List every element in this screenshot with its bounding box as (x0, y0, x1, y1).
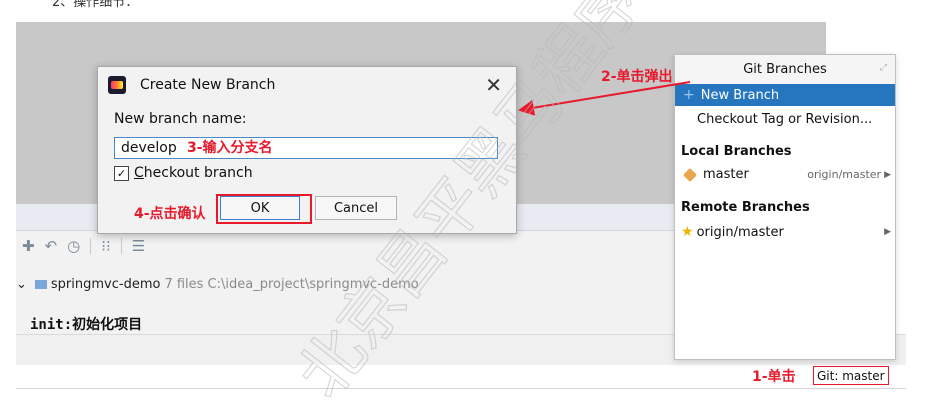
ok-highlight-box (216, 194, 312, 224)
branch-name-input[interactable] (114, 137, 498, 159)
remote-branch-name: origin/master (696, 224, 784, 240)
undo-icon[interactable]: ↶ (45, 237, 58, 255)
close-icon[interactable]: ✕ (485, 73, 502, 97)
git-branches-popup: Git Branches ⤢ + New Branch Checkout Tag… (674, 54, 896, 360)
cancel-button[interactable]: Cancel (315, 196, 397, 220)
checkout-label-rest: heckout branch (143, 165, 253, 181)
star-icon: ★ (681, 224, 694, 240)
branch-name-label: New branch name: (114, 111, 247, 127)
project-files-info: 7 files C:\idea_project\springmvc-demo (164, 276, 419, 292)
popup-header: Git Branches ⤢ (675, 55, 895, 85)
dialog-title-bar[interactable]: Create New Branch ✕ (98, 67, 516, 103)
intro-text: 2、操作细节： (52, 0, 139, 10)
dialog-title: Create New Branch (140, 77, 276, 93)
divider (16, 388, 906, 389)
toolbar-separator (120, 238, 122, 254)
popup-title: Git Branches (743, 62, 827, 77)
resize-icon[interactable]: ⤢ (880, 63, 887, 73)
annotation-step1: 1-单击 (752, 369, 796, 385)
local-branch-item[interactable]: master origin/master ▶ (681, 167, 891, 182)
annotation-step4: 4-点击确认 (134, 206, 206, 222)
expand-all-icon[interactable]: ☰ (132, 237, 145, 255)
checkout-hotkey: C (134, 165, 144, 181)
remote-branches-header: Remote Branches (681, 200, 810, 215)
new-branch-label: New Branch (700, 87, 780, 103)
local-branch-name: master (703, 167, 749, 182)
annotation-step2: 2-单击弹出 (601, 69, 673, 85)
folder-icon (34, 279, 47, 289)
new-branch-item[interactable]: + New Branch (675, 84, 895, 106)
vcs-toolbar: ✚ ↶ ◷ ⁝⁝ ☰ (16, 232, 680, 260)
checkout-branch-checkbox[interactable]: ✓ (114, 165, 129, 181)
local-branches-header: Local Branches (681, 144, 792, 159)
checkout-branch-label: Checkout branch (134, 165, 253, 181)
commit-message: init:初始化项目 (30, 317, 143, 333)
annotation-step3: 3-输入分支名 (187, 140, 273, 156)
checkout-tag-item[interactable]: Checkout Tag or Revision... (697, 112, 872, 127)
submenu-arrow-icon: ▶ (884, 227, 891, 237)
expand-chevron-icon[interactable]: ⌄ (16, 277, 27, 292)
pin-icon[interactable]: ✚ (22, 237, 35, 255)
project-name: springmvc-demo (50, 276, 161, 292)
git-branch-widget[interactable]: Git: master (813, 366, 889, 385)
intellij-app-icon (108, 76, 126, 94)
group-by-icon[interactable]: ⁝⁝ (101, 237, 111, 255)
toolbar-separator (90, 238, 92, 254)
checkout-branch-checkbox-row[interactable]: ✓ Checkout branch (114, 165, 253, 181)
remote-branch-item[interactable]: ★ origin/master ▶ (681, 224, 891, 240)
branch-tag-icon (682, 167, 698, 182)
plus-icon: + (683, 87, 695, 103)
changed-files-row[interactable]: ⌄ springmvc-demo 7 files C:\idea_project… (16, 274, 674, 294)
submenu-arrow-icon: ▶ (884, 169, 891, 180)
history-icon[interactable]: ◷ (67, 237, 80, 255)
tracking-branch: origin/master (807, 168, 882, 181)
